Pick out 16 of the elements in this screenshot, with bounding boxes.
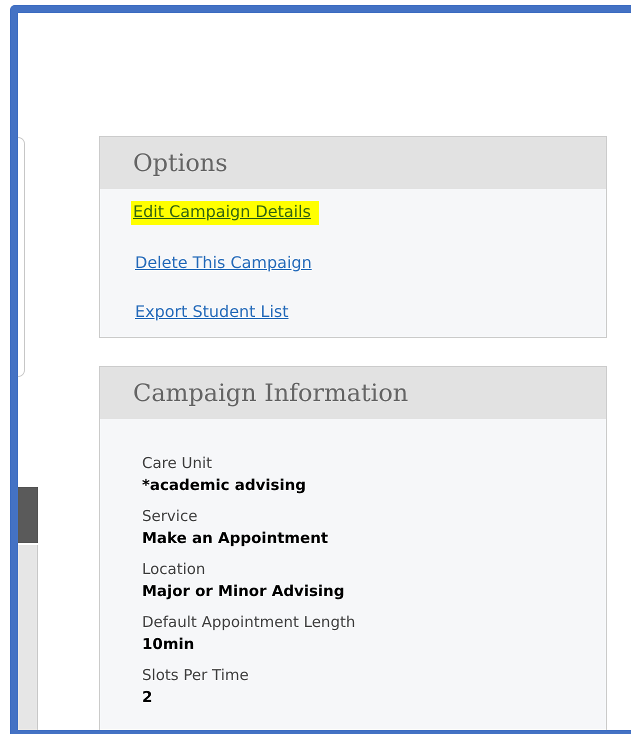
header-bar (18, 487, 38, 543)
field-label: Slots Per Time (142, 665, 249, 685)
field-value: Make an Appointment (142, 528, 328, 548)
option-link[interactable]: Edit Campaign Details (131, 201, 319, 225)
field-value: 2 (142, 687, 152, 707)
panel-title: Campaign Information (133, 379, 408, 407)
field-label: Service (142, 506, 198, 526)
panel-title: Options (133, 149, 228, 177)
field-value: 10min (142, 634, 194, 654)
option-link[interactable]: Delete This Campaign (135, 252, 312, 274)
field-label: Default Appointment Length (142, 612, 356, 632)
field-label: Care Unit (142, 453, 212, 473)
option-link[interactable]: Export Student List (135, 301, 288, 323)
field-label: Location (142, 559, 206, 579)
field-value: Major or Minor Advising (142, 581, 344, 601)
field-value: *academic advising (142, 475, 306, 495)
